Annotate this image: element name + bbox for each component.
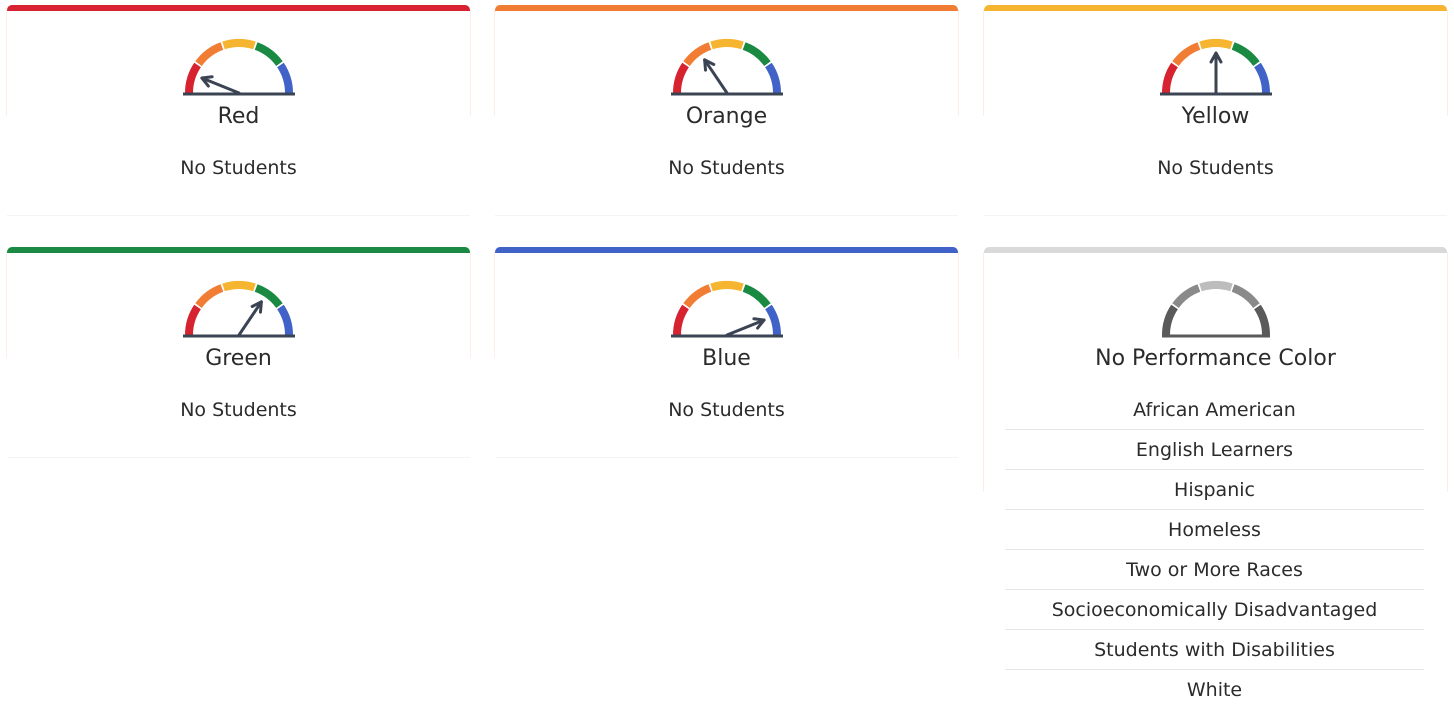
- card-title: No Performance Color: [1095, 346, 1336, 371]
- card-title: Red: [217, 104, 260, 129]
- list-item: White: [1186, 679, 1243, 701]
- list-item: Two or More Races: [1005, 550, 1424, 590]
- green-gauge-icon: [181, 257, 297, 338]
- performance-card-orange: Orange No Students: [494, 5, 959, 216]
- list-item: Socioeconomically Disadvantaged: [1005, 590, 1424, 630]
- list-item: Students with Disabilities: [1005, 630, 1424, 670]
- list-item: African American: [1005, 390, 1424, 430]
- student-group-list: African American English Learners Hispan…: [1005, 390, 1424, 710]
- orange-gauge-icon: [669, 15, 785, 96]
- performance-card-blue: Blue No Students: [494, 247, 959, 458]
- card-status: No Students: [668, 157, 785, 179]
- card-status: No Students: [1157, 157, 1274, 179]
- card-title: Blue: [702, 346, 751, 371]
- card-status: No Students: [180, 157, 297, 179]
- card-title: Orange: [685, 104, 768, 129]
- blue-gauge-icon: [669, 257, 785, 338]
- performance-card-no-color: No Performance Color African American En…: [983, 247, 1448, 710]
- list-item: English Learners: [1005, 430, 1424, 470]
- gray-gauge-icon: [1158, 257, 1274, 338]
- performance-card-yellow: Yellow No Students: [983, 5, 1448, 216]
- list-item: Hispanic: [1005, 470, 1424, 510]
- list-item: Homeless: [1005, 510, 1424, 550]
- performance-card-red: Red No Students: [6, 5, 471, 216]
- performance-card-green: Green No Students: [6, 247, 471, 458]
- card-status: No Students: [180, 399, 297, 421]
- red-gauge-icon: [181, 15, 297, 96]
- card-status: No Students: [668, 399, 785, 421]
- card-title: Yellow: [1181, 104, 1250, 129]
- card-title: Green: [205, 346, 272, 371]
- yellow-gauge-icon: [1158, 15, 1274, 96]
